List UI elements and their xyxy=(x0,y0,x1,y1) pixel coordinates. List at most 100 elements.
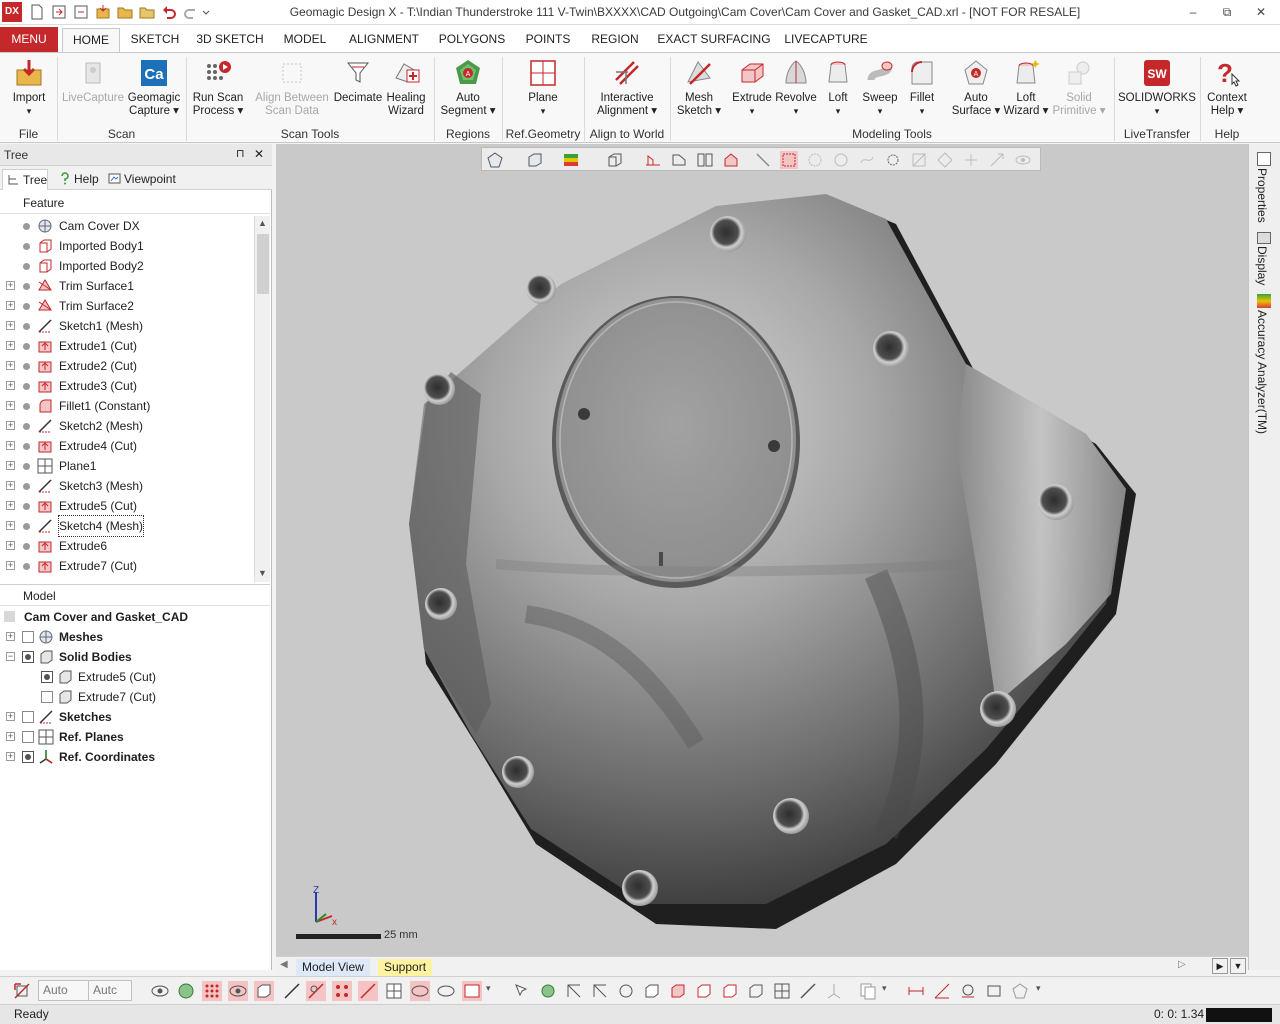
tab-3d-sketch[interactable]: 3D SKETCH xyxy=(194,28,266,52)
tabs-scroll-left-icon[interactable]: ◀ xyxy=(280,959,288,970)
model-row-extrude5[interactable]: Extrude5 (Cut) xyxy=(0,667,270,687)
body-visibility-icon[interactable] xyxy=(254,981,274,1001)
expand-toggle[interactable]: + xyxy=(6,361,15,370)
tab-properties[interactable]: Properties xyxy=(1255,168,1269,223)
mesh-visibility-icon[interactable] xyxy=(228,981,248,1001)
measure-distance-icon[interactable] xyxy=(906,981,926,1001)
feature-row[interactable]: + Plane1 xyxy=(0,456,254,476)
auto-surface-button[interactable]: A Auto Surface ▾ xyxy=(946,57,1006,127)
feature-row[interactable]: + Extrude5 (Cut) xyxy=(0,496,254,516)
fillet-button[interactable]: Fillet ▾ xyxy=(902,57,942,127)
scroll-down-icon[interactable]: ▼ xyxy=(258,568,267,578)
sketch-visibility-icon[interactable] xyxy=(282,981,302,1001)
solid-primitive-button[interactable]: Solid Primitive ▾ xyxy=(1052,57,1106,127)
visibility-eye-icon[interactable] xyxy=(22,651,34,663)
tab-points[interactable]: POINTS xyxy=(520,28,576,52)
select-point-icon[interactable] xyxy=(564,981,584,1001)
tab-display[interactable]: Display xyxy=(1255,246,1269,285)
loft-button[interactable]: Loft ▾ xyxy=(818,57,858,127)
select-line-icon[interactable] xyxy=(798,981,818,1001)
plane-button[interactable]: Plane ▾ xyxy=(512,57,574,127)
select-vertex-icon[interactable] xyxy=(590,981,610,1001)
save-icon[interactable] xyxy=(94,3,112,21)
tab-tree[interactable]: Tree xyxy=(2,169,48,190)
tab-home[interactable]: HOME xyxy=(62,28,120,52)
feature-row[interactable]: + Extrude4 (Cut) xyxy=(0,436,254,456)
export-quick-icon[interactable] xyxy=(72,3,90,21)
selection-mode-select-2[interactable]: Autc xyxy=(88,980,132,1001)
model-row-ref-planes[interactable]: + Ref. Planes xyxy=(0,727,270,747)
deviation-visibility-icon[interactable] xyxy=(462,981,482,1001)
feature-scrollbar[interactable]: ▲ ▼ xyxy=(254,216,270,582)
feature-row[interactable]: + Trim Surface1 xyxy=(0,276,254,296)
select-edge-icon[interactable] xyxy=(720,981,740,1001)
tabs-list-icon[interactable]: ▶ xyxy=(1212,958,1228,974)
import-button[interactable]: Import ▾ xyxy=(4,57,54,127)
select-face-icon[interactable] xyxy=(616,981,636,1001)
tab-livecapture[interactable]: LIVECAPTURE xyxy=(782,28,870,52)
coordinate-visibility-icon[interactable] xyxy=(436,981,456,1001)
point-cloud-icon[interactable] xyxy=(202,981,222,1001)
select-coordinate-icon[interactable] xyxy=(824,981,844,1001)
tabs-dropdown-icon[interactable]: ▼ xyxy=(1230,958,1246,974)
tab-model[interactable]: MODEL xyxy=(276,28,334,52)
expand-toggle[interactable]: + xyxy=(6,281,15,290)
tab-help[interactable]: Help xyxy=(54,169,102,190)
globe-icon[interactable] xyxy=(176,981,196,1001)
expand-toggle[interactable]: + xyxy=(6,561,15,570)
scroll-up-icon[interactable]: ▲ xyxy=(258,218,267,228)
pin-icon[interactable]: ⊓ xyxy=(236,147,245,160)
measure-radius-icon[interactable] xyxy=(958,981,978,1001)
visibility-checkbox[interactable] xyxy=(22,731,34,743)
measure-area-icon[interactable] xyxy=(984,981,1004,1001)
display-icon[interactable] xyxy=(1257,232,1271,244)
point-visibility-icon[interactable] xyxy=(332,981,352,1001)
expand-toggle[interactable]: + xyxy=(6,381,15,390)
solidworks-button[interactable]: SW SOLIDWORKS ▾ xyxy=(1118,57,1196,127)
visibility-eye-icon[interactable] xyxy=(22,751,34,763)
sweep-button[interactable]: Sweep ▾ xyxy=(858,57,902,127)
healing-wizard-button[interactable]: Healing Wizard xyxy=(382,57,430,127)
feature-row[interactable]: Imported Body1 xyxy=(0,236,254,256)
model-row-meshes[interactable]: + Meshes xyxy=(0,627,270,647)
visibility-checkbox[interactable] xyxy=(41,691,53,703)
decimate-button[interactable]: Decimate xyxy=(332,57,384,127)
selection-mode-select[interactable]: Auto xyxy=(38,980,92,1001)
feature-row[interactable]: + Fillet1 (Constant) xyxy=(0,396,254,416)
expand-toggle[interactable]: + xyxy=(6,321,15,330)
select-surface-icon[interactable] xyxy=(694,981,714,1001)
app-logo[interactable]: DX xyxy=(2,2,22,22)
feature-row[interactable]: + Trim Surface2 xyxy=(0,296,254,316)
geomagic-capture-button[interactable]: Ca Geomagic Capture ▾ xyxy=(126,57,182,127)
expand-toggle[interactable]: + xyxy=(6,401,15,410)
mesh-sketch-button[interactable]: Mesh Sketch ▾ xyxy=(674,57,724,127)
tab-sketch[interactable]: SKETCH xyxy=(126,28,184,52)
visibility-checkbox[interactable] xyxy=(22,631,34,643)
expand-toggle[interactable]: + xyxy=(6,441,15,450)
auto-segment-button[interactable]: A Auto Segment ▾ xyxy=(438,57,498,127)
select-region-icon[interactable] xyxy=(668,981,688,1001)
expand-toggle[interactable]: + xyxy=(6,421,15,430)
open-folder-icon[interactable] xyxy=(116,3,134,21)
expand-toggle[interactable]: + xyxy=(6,461,15,470)
tab-exact-surfacing[interactable]: EXACT SURFACING xyxy=(656,28,772,52)
feature-row[interactable]: + Extrude2 (Cut) xyxy=(0,356,254,376)
close-button[interactable]: ✕ xyxy=(1246,2,1276,22)
expand-toggle[interactable]: + xyxy=(6,501,15,510)
expand-toggle[interactable]: + xyxy=(6,301,15,310)
tabs-scroll-right-icon[interactable]: ▷ xyxy=(1178,959,1186,970)
model-row-sketches[interactable]: + Sketches xyxy=(0,707,270,727)
feature-row[interactable]: + Extrude3 (Cut) xyxy=(0,376,254,396)
model-row-solid-bodies[interactable]: − Solid Bodies xyxy=(0,647,270,667)
tab-region[interactable]: REGION xyxy=(586,28,644,52)
expand-toggle[interactable]: + xyxy=(6,341,15,350)
visibility-checkbox[interactable] xyxy=(22,711,34,723)
menu-tab[interactable]: MENU xyxy=(0,27,58,52)
panel-close-icon[interactable]: ✕ xyxy=(254,147,264,161)
livecapture-button[interactable]: LiveCapture xyxy=(60,57,126,127)
select-sketch-icon[interactable] xyxy=(746,981,766,1001)
measure-angle-icon[interactable] xyxy=(932,981,952,1001)
plane-visibility-icon[interactable] xyxy=(384,981,404,1001)
tab-accuracy-analyzer[interactable]: Accuracy Analyzer(TM) xyxy=(1255,310,1269,434)
save-folder-icon[interactable] xyxy=(138,3,156,21)
